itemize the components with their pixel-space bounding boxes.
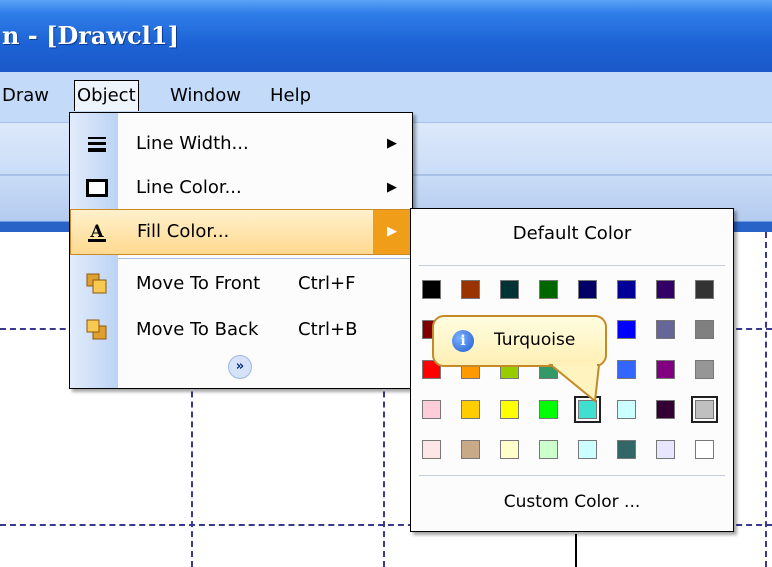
color-swatch[interactable]: [695, 360, 714, 379]
color-swatch[interactable]: [617, 440, 636, 459]
color-swatch[interactable]: [500, 400, 519, 419]
palette-separator: [419, 265, 725, 266]
menu-draw-label: Draw: [2, 85, 50, 106]
chevron-double-down-icon[interactable]: »: [228, 355, 252, 379]
color-swatch[interactable]: [617, 360, 636, 379]
default-color-button[interactable]: Default Color: [411, 223, 733, 244]
submenu-arrow-icon: ▶: [387, 180, 397, 195]
menu-help[interactable]: Help: [268, 81, 313, 111]
menu-separator: [118, 258, 412, 259]
object-menu: Line Width... ▶ Line Color... ▶ A Fill C…: [69, 112, 413, 389]
color-swatch[interactable]: [422, 400, 441, 419]
color-swatch[interactable]: [656, 320, 675, 339]
menu-window-label: Window: [170, 85, 241, 106]
info-icon: i: [452, 330, 474, 352]
menu-object[interactable]: Object: [74, 80, 139, 111]
color-swatch[interactable]: [695, 320, 714, 339]
color-swatch[interactable]: [656, 280, 675, 299]
color-swatch[interactable]: [422, 280, 441, 299]
menu-item-line-color[interactable]: Line Color... ▶: [70, 165, 412, 211]
color-swatch[interactable]: [500, 440, 519, 459]
fill-color-icon: A: [86, 221, 108, 243]
move-to-front-icon: [86, 273, 108, 295]
tooltip-text: Turquoise: [494, 330, 576, 350]
line-width-icon: [86, 133, 108, 155]
color-swatch[interactable]: [578, 280, 597, 299]
move-to-back-icon: [86, 319, 108, 341]
menu-draw[interactable]: Draw: [0, 81, 56, 111]
shape-edge: [575, 534, 577, 567]
menu-item-move-to-front[interactable]: Move To Front Ctrl+F: [70, 261, 412, 307]
menu-help-label: Help: [270, 85, 312, 106]
color-tooltip: i Turquoise: [432, 315, 607, 403]
menu-item-fill-color[interactable]: A Fill Color... ▶: [70, 209, 412, 255]
color-swatch[interactable]: [617, 320, 636, 339]
menu-item-shortcut: Ctrl+B: [298, 319, 358, 340]
title-bar: n - [Drawcl1]: [0, 0, 772, 72]
color-swatch[interactable]: [461, 440, 480, 459]
guide-line-vertical: [765, 232, 767, 567]
color-swatch[interactable]: [461, 280, 480, 299]
color-swatch[interactable]: [691, 396, 718, 423]
menu-item-move-to-back[interactable]: Move To Back Ctrl+B: [70, 307, 412, 353]
tooltip-pointer: [548, 362, 601, 403]
color-swatch[interactable]: [695, 280, 714, 299]
menu-item-label: Fill Color...: [137, 221, 230, 242]
color-swatch[interactable]: [500, 280, 519, 299]
color-swatch[interactable]: [422, 440, 441, 459]
color-swatch[interactable]: [617, 400, 636, 419]
custom-color-button[interactable]: Custom Color ...: [411, 492, 733, 512]
menu-item-label: Line Width...: [136, 133, 249, 154]
menu-item-label: Move To Front: [136, 273, 261, 294]
color-swatch[interactable]: [617, 280, 636, 299]
submenu-arrow-icon: ▶: [373, 210, 411, 254]
palette-separator: [419, 475, 725, 476]
window-title: n - [Drawcl1]: [2, 21, 179, 50]
color-swatch[interactable]: [539, 440, 558, 459]
color-swatch[interactable]: [656, 360, 675, 379]
menu-item-label: Move To Back: [136, 319, 259, 340]
color-swatch[interactable]: [695, 440, 714, 459]
menu-item-shortcut: Ctrl+F: [298, 273, 356, 294]
menu-item-line-width[interactable]: Line Width... ▶: [70, 121, 412, 167]
menu-object-label: Object: [77, 85, 136, 106]
submenu-arrow-icon: ▶: [387, 136, 397, 151]
color-swatch[interactable]: [539, 280, 558, 299]
menu-item-label: Line Color...: [136, 177, 242, 198]
color-swatch[interactable]: [656, 440, 675, 459]
color-swatch[interactable]: [656, 400, 675, 419]
color-swatch[interactable]: [461, 400, 480, 419]
menu-window[interactable]: Window: [168, 81, 243, 111]
color-swatch[interactable]: [578, 440, 597, 459]
line-color-icon: [86, 177, 108, 199]
